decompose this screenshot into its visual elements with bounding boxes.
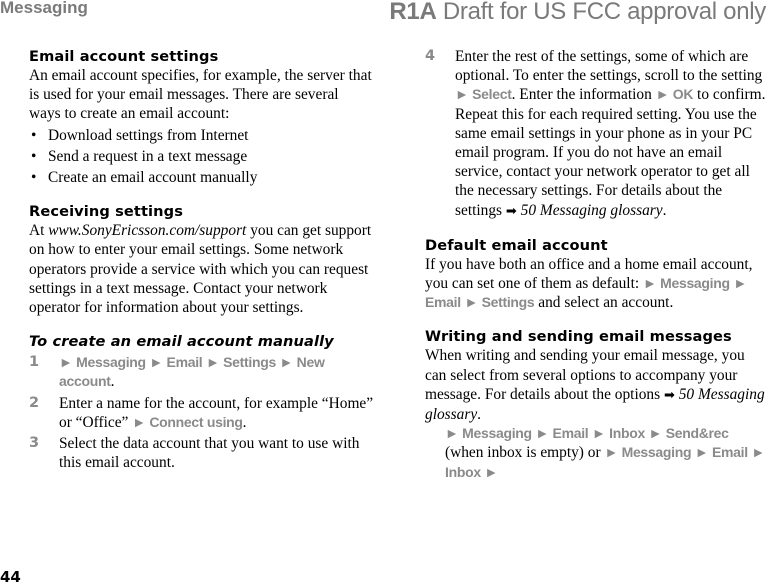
left-column: Email account settings An email account … xyxy=(29,47,374,472)
step-1: 1 ► Messaging ► Email ► Settings ► New a… xyxy=(29,354,325,391)
section-body: If you have both an office and a home em… xyxy=(425,255,753,312)
section-title: Receiving settings xyxy=(29,203,183,221)
bullet-icon: • xyxy=(31,126,37,144)
draft-text: Draft for US FCC approval only xyxy=(436,0,766,25)
bullet-icon: • xyxy=(31,147,37,165)
list-item: • Send a request in a text message xyxy=(31,147,248,165)
step-number: 3 xyxy=(29,435,40,452)
default-account-section: Default email account If you have both a… xyxy=(425,236,766,313)
menu-path: ► Select xyxy=(455,86,512,103)
section-title: To create an email account manually xyxy=(29,333,334,351)
section-body: An email account specifies, for example,… xyxy=(29,67,372,123)
email-account-settings-section: Email account settings An email account … xyxy=(29,47,374,187)
writing-sending-section: Writing and sending email messages When … xyxy=(425,327,766,481)
reference-arrow-icon: ➡ xyxy=(663,387,675,403)
menu-path: ► Messaging ► Email ► Inbox ► Send&rec xyxy=(445,425,729,442)
step-number: 4 xyxy=(425,48,436,64)
options-list: • Download settings from Internet • Send a… xyxy=(29,126,374,188)
page-number: 44 xyxy=(0,568,21,586)
menu-path: ► Connect using xyxy=(132,413,243,430)
section-body: At www.SonyEricsson.com/support you can … xyxy=(29,222,372,317)
glossary-reference[interactable]: 50 Messaging glossary xyxy=(517,202,663,219)
right-column: 4 Enter the rest of the settings, some o… xyxy=(425,47,766,482)
section-title: Writing and sending email messages xyxy=(425,328,732,346)
create-manually-section: To create an email account manually 1 ► … xyxy=(29,332,374,472)
list-item: • Download settings from Internet xyxy=(31,126,249,144)
draft-notice: R1A Draft for US FCC approval only xyxy=(389,0,766,26)
receiving-settings-section: Receiving settings At www.SonyEricsson.c… xyxy=(29,202,374,317)
section-body: When writing and sending your email mess… xyxy=(425,347,765,424)
step-number: 2 xyxy=(29,394,40,411)
menu-path: ► OK xyxy=(655,86,694,103)
section-title: Email account settings xyxy=(29,48,219,65)
section-title: Default email account xyxy=(425,236,608,254)
bullet-icon: • xyxy=(31,169,37,187)
section-header: Messaging xyxy=(0,0,88,17)
menu-instructions: ► Messaging ► Email ► Inbox ► Send&rec (… xyxy=(445,425,765,480)
menu-path: ► Messaging ► Email ► Settings ► New acc… xyxy=(59,354,325,390)
reference-arrow-icon: ➡ xyxy=(505,203,517,219)
support-url[interactable]: www.SonyEricsson.com/support xyxy=(48,222,246,239)
step-3: 3 Select the data account that you want … xyxy=(29,435,360,472)
step-2: 2 Enter a name for the account, for exam… xyxy=(29,394,374,431)
list-item: • Create an email account manually xyxy=(31,169,258,187)
draft-revision: R1A xyxy=(389,0,437,25)
step-number: 1 xyxy=(29,354,40,371)
step-4: 4 Enter the rest of the settings, some o… xyxy=(425,48,766,219)
